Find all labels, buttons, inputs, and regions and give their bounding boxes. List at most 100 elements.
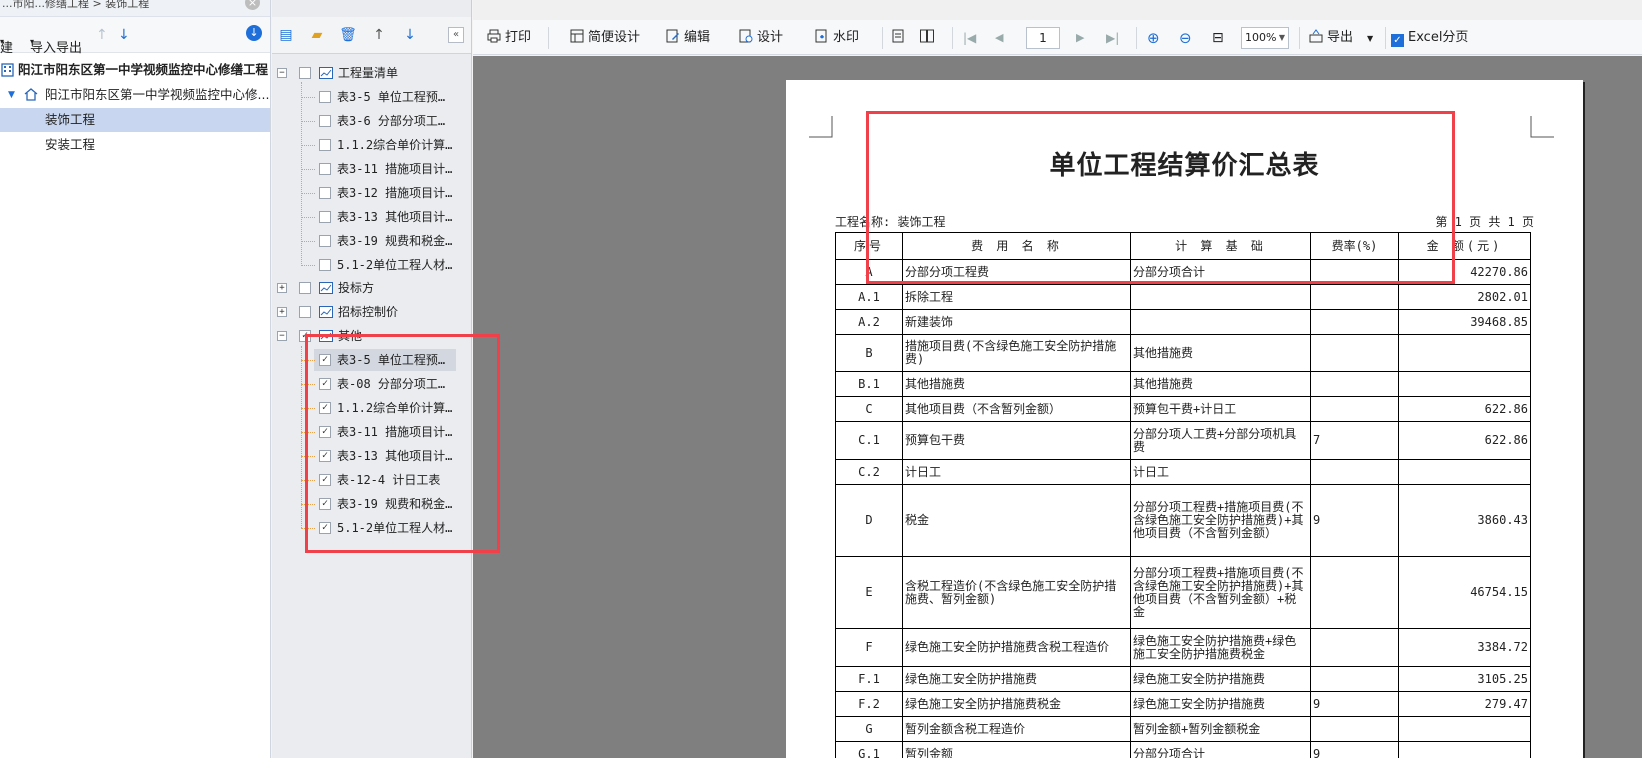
collapse-icon[interactable]: − [277,68,287,78]
move-up-icon[interactable]: ↑ [370,26,388,44]
cell-basis: 其他措施费 [1130,371,1311,397]
tree-report-item[interactable]: ✓ 5.1-2单位工程人材… [272,517,472,539]
move-down-icon[interactable]: ↓ [401,26,419,44]
tree-report-item[interactable]: 5.1-2单位工程人材… [272,254,472,276]
excel-paging-checkbox[interactable]: ✓ Excel分页 [1391,28,1468,48]
download-icon[interactable]: ↓ [246,25,262,41]
next-page-icon[interactable]: ▶ [1076,28,1084,48]
fit-page-icon[interactable]: ⊟ [1212,28,1224,48]
checkbox[interactable]: ✓ [319,498,331,510]
checkbox[interactable] [319,91,331,103]
tree-report-item[interactable]: ✓ 表3-11 措施项目计… [272,421,472,443]
watermark-button[interactable]: 水印 [815,28,859,48]
cell-amount [1398,371,1531,397]
cell-rate [1310,284,1399,310]
tree-report-item[interactable]: 1.1.2综合单价计算… [272,134,472,156]
cell-amount: 42270.86 [1398,259,1531,285]
single-page-button[interactable] [891,28,909,48]
tree-report-item[interactable]: ✓ 表-08 分部分项工… [272,373,472,395]
tree-report-item[interactable]: 表3-19 规费和税金… [272,230,472,252]
tree-report-item[interactable]: ✓ 1.1.2综合单价计算… [272,397,472,419]
tree-report-item[interactable]: 表3-5 单位工程预… [272,86,472,108]
table-row: E 含税工程造价(不含绿色施工安全防护措施费、暂列金额) 分部分项工程费+措施项目费… [835,556,1531,629]
tree-item-decoration[interactable]: 装饰工程 [0,108,270,132]
edit-button[interactable]: 编辑 [666,28,710,48]
collapse-icon[interactable]: − [277,331,287,341]
report-folder-icon [319,67,333,79]
checkbox[interactable] [299,306,311,318]
tree-report-item[interactable]: ✓ 表-12-4 计日工表 [272,469,472,491]
checkbox[interactable]: ✓ [319,426,331,438]
expand-icon[interactable]: + [277,307,287,317]
first-page-icon[interactable]: |◀ [963,28,976,48]
tree-report-item[interactable]: 表3-11 措施项目计… [272,158,472,180]
checkbox[interactable]: ✓ [319,522,331,534]
checkbox[interactable]: ✓ [319,474,331,486]
checkbox[interactable] [319,211,331,223]
edit-icon [666,29,679,43]
print-button[interactable]: 打印 [487,28,531,48]
checkbox[interactable]: ✓ [299,330,311,342]
zoom-in-icon[interactable]: ⊕ [1147,28,1160,48]
checkbox[interactable]: ✓ [319,402,331,414]
tree-item-project-sub[interactable]: ▼ 阳江市阳东区第一中学视频监控中心修... [0,83,270,107]
report-folder-icon [319,306,333,318]
move-up-icon[interactable]: ↑ [96,27,108,43]
tree-group-bill[interactable]: − 工程量清单 [272,62,472,84]
add-report-icon[interactable]: ▤ [277,26,295,44]
cell-rate [1310,309,1399,335]
checkbox[interactable]: ✓ [319,378,331,390]
checkbox[interactable]: ✓ [319,354,331,366]
table-row: C 其他项目费（不含暂列金额） 预算包干费+计日工 622.86 [835,396,1531,422]
tree-group-control-price[interactable]: + 招标控制价 [272,301,472,323]
cell-basis: 分部分项工程费+措施项目费(不含绿色施工安全防护措施费)+其他项目费（不含暂列金… [1130,556,1311,629]
tree-item-installation[interactable]: 安装工程 [0,133,270,157]
prev-page-icon[interactable]: ◀ [995,28,1003,48]
cell-name: 其他项目费（不含暂列金额） [902,396,1131,422]
checkbox[interactable] [319,187,331,199]
tree-report-item[interactable]: 表3-12 措施项目计… [272,182,472,204]
design-button[interactable]: 设计 [739,28,783,48]
checkbox[interactable]: ✓ [319,450,331,462]
cell-amount: 622.86 [1398,396,1531,422]
tree-group-bidder[interactable]: + 投标方 [272,277,472,299]
add-folder-icon[interactable]: ▰ [308,26,326,44]
move-down-icon[interactable]: ↓ [118,27,130,43]
home-icon [24,88,38,101]
last-page-icon[interactable]: ▶| [1106,28,1119,48]
simple-design-button[interactable]: 简便设计 [570,28,640,48]
cell-amount: 3860.43 [1398,484,1531,557]
tree-report-item-selected[interactable]: ✓ 表3-5 单位工程预… [272,349,472,371]
zoom-select[interactable]: 100% ▼ [1241,27,1289,49]
cell-name: 绿色施工安全防护措施费 [902,666,1131,692]
checkbox[interactable] [299,282,311,294]
tree-report-item[interactable]: ✓ 表3-13 其他项目计… [272,445,472,467]
delete-icon[interactable]: 🗑 [339,26,357,44]
tree-report-item[interactable]: 表3-13 其他项目计… [272,206,472,228]
tree-label: 表3-13 其他项目计… [337,210,453,224]
cell-amount [1398,334,1531,372]
checkbox[interactable] [299,67,311,79]
checkbox[interactable] [319,115,331,127]
page-number-input[interactable]: 1 [1026,27,1060,49]
collapse-panel-icon[interactable]: « [448,27,464,43]
checkbox[interactable] [319,235,331,247]
tree-group-other[interactable]: − ✓ 其他 [272,325,472,347]
tree-report-item[interactable]: ✓ 表3-19 规费和税金… [272,493,472,515]
tree-label: 表3-5 单位工程预… [337,353,446,367]
page-number-value: 1 [1039,31,1047,45]
export-button[interactable]: 导出 ▼ [1309,28,1373,49]
zoom-out-icon[interactable]: ⊖ [1179,28,1192,48]
tree-label: 表3-19 规费和税金… [337,497,453,511]
expand-icon[interactable]: + [277,283,287,293]
tree-label: 表3-13 其他项目计… [337,449,453,463]
checkbox[interactable] [319,259,331,271]
tree-item-project-root[interactable]: 阳江市阳东区第一中学视频监控中心修缮工程 [0,58,270,82]
checkbox[interactable] [319,163,331,175]
project-name: 工程名称: 装饰工程 [835,215,946,229]
close-icon[interactable]: × [245,0,260,10]
checkbox[interactable] [319,139,331,151]
tree-report-item[interactable]: 表3-6 分部分项工… [272,110,472,132]
two-page-button[interactable] [920,28,938,48]
collapse-arrow-icon[interactable]: ▼ [8,83,15,107]
